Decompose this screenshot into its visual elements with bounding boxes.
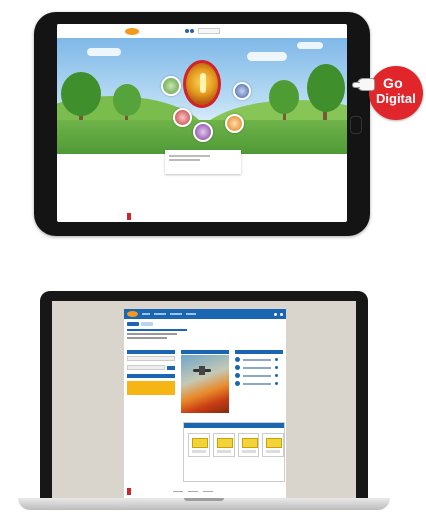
item-icon [235,373,240,378]
nav-item[interactable] [154,313,166,315]
hero-info-card[interactable] [165,150,241,174]
plane-icon [193,366,211,375]
cloud [87,48,121,56]
item-icon [235,357,240,362]
panel-header [181,350,229,354]
hero-illustration [57,38,347,154]
tablet-screen [57,24,347,222]
topic-bubble-icon[interactable] [161,76,181,96]
footer-link[interactable] [203,490,213,492]
user-icon[interactable] [274,312,277,316]
list-item[interactable] [235,381,283,386]
list-item[interactable] [235,365,283,370]
nav-item[interactable] [142,313,150,315]
tree [269,80,299,114]
laptop-tabs [127,322,286,326]
badge-digital-text: Digital [376,91,416,106]
chevron-right-icon [275,366,278,369]
code-input[interactable] [127,356,175,361]
feature-panel [181,350,229,413]
resource-thumbnail [192,438,208,448]
footer-link[interactable] [188,490,198,492]
resource-button[interactable] [216,450,231,453]
resource-cards [188,433,284,457]
laptop-columns [127,350,283,420]
panel-header [127,350,175,354]
go-digital-badge: Go Digital [369,66,423,120]
laptop-site-page [124,309,286,498]
resource-thumbnail [241,438,258,448]
laptop-device [40,291,368,498]
resource-card[interactable] [212,433,235,457]
welcome-block [127,329,286,339]
pointing-hand-icon [352,78,375,91]
tablet-device [34,12,370,236]
footer-link[interactable] [173,490,183,492]
laptop-site-header [124,309,286,319]
panel-header [235,350,283,354]
chevron-right-icon [275,374,278,377]
search-input[interactable] [127,365,165,370]
chevron-right-icon [275,382,278,385]
tree [113,84,141,116]
laptop-notch [184,498,224,501]
resource-button[interactable] [241,450,256,453]
nav-item[interactable] [170,313,182,315]
list-item[interactable] [235,373,283,378]
welcome-text [127,333,177,335]
badge-go-text: Go [383,75,403,91]
footer-links [173,490,213,492]
hero-card-text [169,155,210,157]
resource-thumbnail [216,438,233,448]
tablet-home-button[interactable] [350,116,362,134]
menu-icon[interactable] [280,312,283,316]
hero-card-text [169,159,200,161]
right-panel [235,350,283,386]
publisher-logo[interactable] [127,487,131,495]
topic-bubble-icon[interactable] [233,82,251,100]
panel-strip [127,374,175,378]
cloud [297,42,323,49]
resources-panel [183,422,285,482]
lamp-icon[interactable] [183,60,221,108]
topic-bubble-icon[interactable] [225,114,244,133]
topic-bubble-icon[interactable] [193,122,213,142]
resource-button[interactable] [266,450,281,453]
promo-box[interactable] [127,381,175,395]
cloud [247,52,287,61]
nav-item[interactable] [186,313,196,315]
laptop-screen [52,301,356,498]
resource-thumbnail [266,438,283,448]
tab[interactable] [141,322,153,326]
resource-card[interactable] [262,433,284,457]
resource-card[interactable] [237,433,260,457]
go-button[interactable] [167,365,175,370]
panel-header [184,423,284,428]
publisher-logo[interactable] [127,212,131,220]
left-panel [127,350,175,395]
tablet-site-header [57,24,347,38]
help-icon[interactable] [190,29,194,33]
tree [307,64,345,112]
item-icon [235,381,240,386]
resource-button[interactable] [192,450,206,453]
search-input[interactable] [198,28,220,34]
tree [61,72,101,116]
feature-photo[interactable] [181,355,229,413]
tab-active[interactable] [127,322,139,326]
site-logo[interactable] [125,27,139,35]
chevron-right-icon [275,358,278,361]
item-icon [235,365,240,370]
user-icon[interactable] [185,29,189,33]
tablet-site-footer [57,210,347,222]
resource-card[interactable] [188,433,210,457]
welcome-text [127,337,167,339]
list-item[interactable] [235,357,283,362]
site-logo[interactable] [127,311,138,317]
welcome-heading [127,329,187,331]
laptop-site-footer [124,487,286,495]
nav-icons [185,29,194,33]
topic-bubble-icon[interactable] [173,108,192,127]
